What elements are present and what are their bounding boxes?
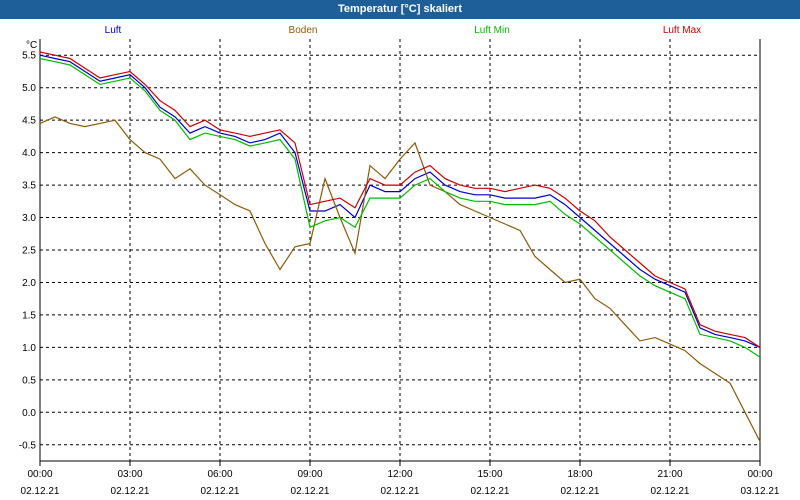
legend-entry-luft-min: Luft Min (474, 25, 510, 36)
x-tick-time: 06:00 (207, 469, 232, 480)
x-tick-date: 02.12.21 (471, 486, 510, 497)
x-tick-time: 12:00 (387, 469, 412, 480)
x-tick-date: 02.12.21 (201, 486, 240, 497)
y-tick-label: 3.0 (22, 213, 36, 224)
legend-entry-luft-max: Luft Max (663, 25, 701, 36)
y-tick-label: 1.0 (22, 343, 36, 354)
y-tick-label: 5.0 (22, 83, 36, 94)
x-tick-time: 00:00 (27, 469, 52, 480)
grid-lines (40, 39, 760, 461)
x-tick-labels: 00:00 02.12.21 03:00 02.12.21 06:00 02.12.21 0… (21, 469, 780, 497)
legend-entry-boden: Boden (289, 25, 318, 36)
x-tick-date: 03.12.21 (741, 486, 780, 497)
x-tick-time: 09:00 (297, 469, 322, 480)
y-tick-label: 1.5 (22, 310, 36, 321)
legend: Luft Boden Luft Min Luft Max (105, 25, 702, 36)
x-tick-date: 02.12.21 (291, 486, 330, 497)
chart-title: Temperatur [°C] skaliert (0, 0, 800, 19)
y-tick-label: 3.5 (22, 181, 36, 192)
y-tick-label: 4.5 (22, 116, 36, 127)
x-tick-date: 02.12.21 (111, 486, 150, 497)
y-tick-labels: 5.5 5.0 4.5 4.0 3.5 3.0 2.5 2.0 1.5 1.0 0.5 0.0 -0.5 (19, 51, 37, 452)
y-axis-label: °C (26, 40, 37, 51)
y-tick-label: 0.5 (22, 375, 36, 386)
x-tick-date: 02.12.21 (381, 486, 420, 497)
x-tick-time: 18:00 (567, 469, 592, 480)
y-tick-label: 2.5 (22, 246, 36, 257)
legend-entry-luft: Luft (105, 25, 122, 36)
y-tick-label: 0.0 (22, 408, 36, 419)
y-tick-label: 4.0 (22, 148, 36, 159)
x-tick-time: 21:00 (657, 469, 682, 480)
temperature-chart: 5.5 5.0 4.5 4.0 3.5 3.0 2.5 2.0 1.5 1.0 0.5 0.0 -0.5… (19, 25, 780, 497)
y-tick-label: -0.5 (19, 440, 37, 451)
x-tick-time: 15:00 (477, 469, 502, 480)
y-tick-label: 2.0 (22, 278, 36, 289)
x-tick-time: 03:00 (117, 469, 142, 480)
x-tick-time: 00:00 (747, 469, 772, 480)
y-tick-label: 5.5 (22, 51, 36, 62)
x-tick-date: 02.12.21 (561, 486, 600, 497)
x-tick-date: 02.12.21 (21, 486, 60, 497)
x-tick-date: 02.12.21 (651, 486, 690, 497)
